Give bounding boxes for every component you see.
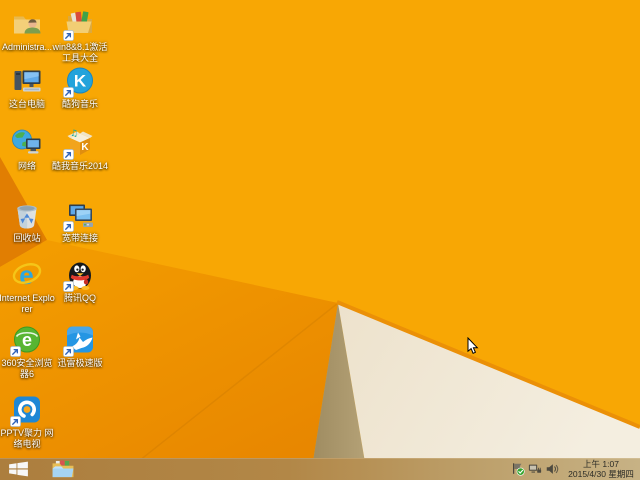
shortcut-arrow-icon (63, 30, 74, 41)
shortcut-arrow-icon (63, 149, 74, 160)
taskbar-pinned-apps (46, 458, 80, 480)
kugou-music-icon: K (63, 65, 96, 98)
desktop-icon-label: 腾讯QQ (63, 293, 96, 303)
desktop-icon-thunder[interactable]: 迅雷极速版 (50, 324, 110, 369)
svg-text:K: K (74, 72, 87, 91)
desktop-icon-label: 360安全浏览器6 (1, 358, 53, 379)
security-status-icon[interactable] (510, 462, 525, 477)
desktop-icon-broadband-connection[interactable]: 宽带连接 (50, 199, 110, 244)
user-folder-icon (11, 8, 43, 40)
system-tray: 上午 1:07 2015/4/30 星期四 (509, 458, 640, 480)
desktop-icon-qq[interactable]: 腾讯QQ (50, 259, 110, 304)
thunder-icon (63, 324, 96, 357)
taskbar: 上午 1:07 2015/4/30 星期四 (0, 458, 640, 480)
svg-text:K: K (81, 142, 89, 153)
desktop-icon-label: 宽带连接 (61, 233, 98, 243)
svg-text:♫: ♫ (70, 129, 78, 139)
desktop-icon-label: win8&8.1激活工具大全 (52, 42, 108, 63)
desktop-icon-kugou-music[interactable]: K 酷狗音乐 (50, 65, 110, 110)
volume-icon[interactable] (544, 462, 559, 477)
clock-time: 上午 1:07 (583, 459, 619, 469)
desktop-icon-label: 酷狗音乐 (61, 99, 98, 109)
start-button[interactable] (0, 458, 36, 480)
windows-logo-icon (8, 461, 28, 477)
shortcut-arrow-icon (63, 346, 74, 357)
desktop-icon-network-globe[interactable]: 网络 (0, 127, 57, 172)
shortcut-arrow-icon (63, 221, 74, 232)
kuwo-music-icon: K ♫ (63, 127, 96, 160)
desktop-icon-label: 这台电脑 (8, 99, 45, 109)
svg-text:e: e (22, 330, 32, 350)
desktop-icon-recycle-bin[interactable]: 回收站 (0, 199, 57, 244)
desktop-icon-internet-explorer[interactable]: e Internet Explorer (0, 259, 57, 315)
desktop-icon-kuwo-music[interactable]: K ♫ 酷我音乐2014 (50, 127, 110, 172)
desktop-icon-browser-360[interactable]: e 360安全浏览器6 (0, 324, 57, 380)
desktop-icon-label: Administra... (1, 42, 52, 52)
desktop: Administra... win8&8.1激活工具大全 这台电脑 K 酷狗音乐 网络 K ♫… (0, 0, 640, 480)
shortcut-arrow-icon (63, 87, 74, 98)
desktop-icon-tools-folder[interactable]: win8&8.1激活工具大全 (50, 8, 110, 64)
qq-icon (63, 259, 96, 292)
shortcut-arrow-icon (10, 346, 21, 357)
desktop-icon-label: 网络 (17, 161, 36, 171)
taskbar-clock[interactable]: 上午 1:07 2015/4/30 星期四 (565, 459, 637, 479)
tray-icons (509, 462, 560, 477)
desktop-icon-label: Internet Explorer (0, 293, 55, 314)
this-pc-icon (11, 65, 43, 97)
tools-folder-icon (63, 8, 96, 41)
desktop-icon-this-pc[interactable]: 这台电脑 (0, 65, 57, 110)
recycle-bin-icon (11, 199, 43, 231)
desktop-icon-user-folder[interactable]: Administra... (0, 8, 57, 53)
broadband-connection-icon (63, 199, 96, 232)
network-status-icon[interactable] (527, 462, 542, 477)
pptv-icon (10, 394, 43, 427)
file-explorer-icon (51, 459, 75, 479)
shortcut-arrow-icon (63, 281, 74, 292)
internet-explorer-icon: e (11, 259, 43, 291)
desktop-icon-label: PPTV聚力 网络电视 (0, 428, 54, 449)
desktop-icon-label: 酷我音乐2014 (51, 161, 109, 171)
network-globe-icon (11, 127, 43, 159)
desktop-icons: Administra... win8&8.1激活工具大全 这台电脑 K 酷狗音乐 网络 K ♫… (0, 0, 640, 480)
desktop-icon-label: 回收站 (13, 233, 41, 243)
taskbar-app-file-explorer[interactable] (46, 458, 80, 480)
browser-360-icon: e (10, 324, 43, 357)
clock-date: 2015/4/30 星期四 (568, 469, 634, 479)
shortcut-arrow-icon (10, 416, 21, 427)
desktop-icon-pptv[interactable]: PPTV聚力 网络电视 (0, 394, 57, 450)
desktop-icon-label: 迅雷极速版 (57, 358, 103, 368)
